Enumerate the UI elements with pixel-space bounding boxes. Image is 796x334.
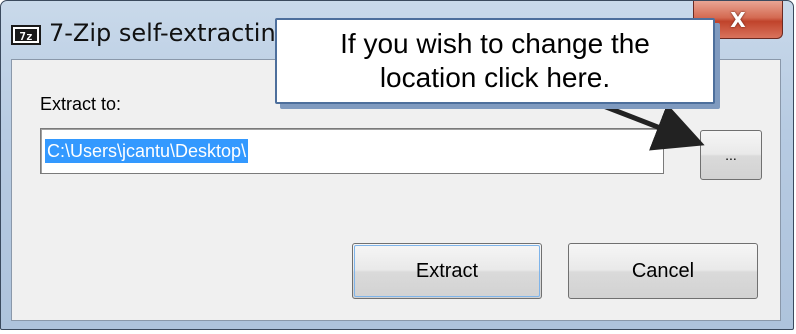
extract-button[interactable]: Extract (352, 243, 542, 299)
cancel-button[interactable]: Cancel (568, 243, 758, 299)
extract-path-input[interactable]: C:\Users\jcantu\Desktop\ (40, 128, 664, 174)
path-selected-text: C:\Users\jcantu\Desktop\ (45, 139, 249, 163)
7zip-app-icon: 7z (11, 25, 41, 45)
cancel-button-label: Cancel (631, 259, 695, 282)
help-callout: If you wish to change the location click… (275, 18, 715, 104)
window-title: 7-Zip self-extracting (49, 19, 291, 47)
extract-button-label: Extract (415, 259, 479, 282)
app-icon-text: 7z (13, 27, 39, 43)
close-icon: X (730, 7, 746, 32)
browse-button[interactable]: ... (700, 130, 762, 180)
extract-to-label: Extract to: (40, 94, 122, 114)
callout-text: If you wish to change the location click… (340, 28, 650, 93)
